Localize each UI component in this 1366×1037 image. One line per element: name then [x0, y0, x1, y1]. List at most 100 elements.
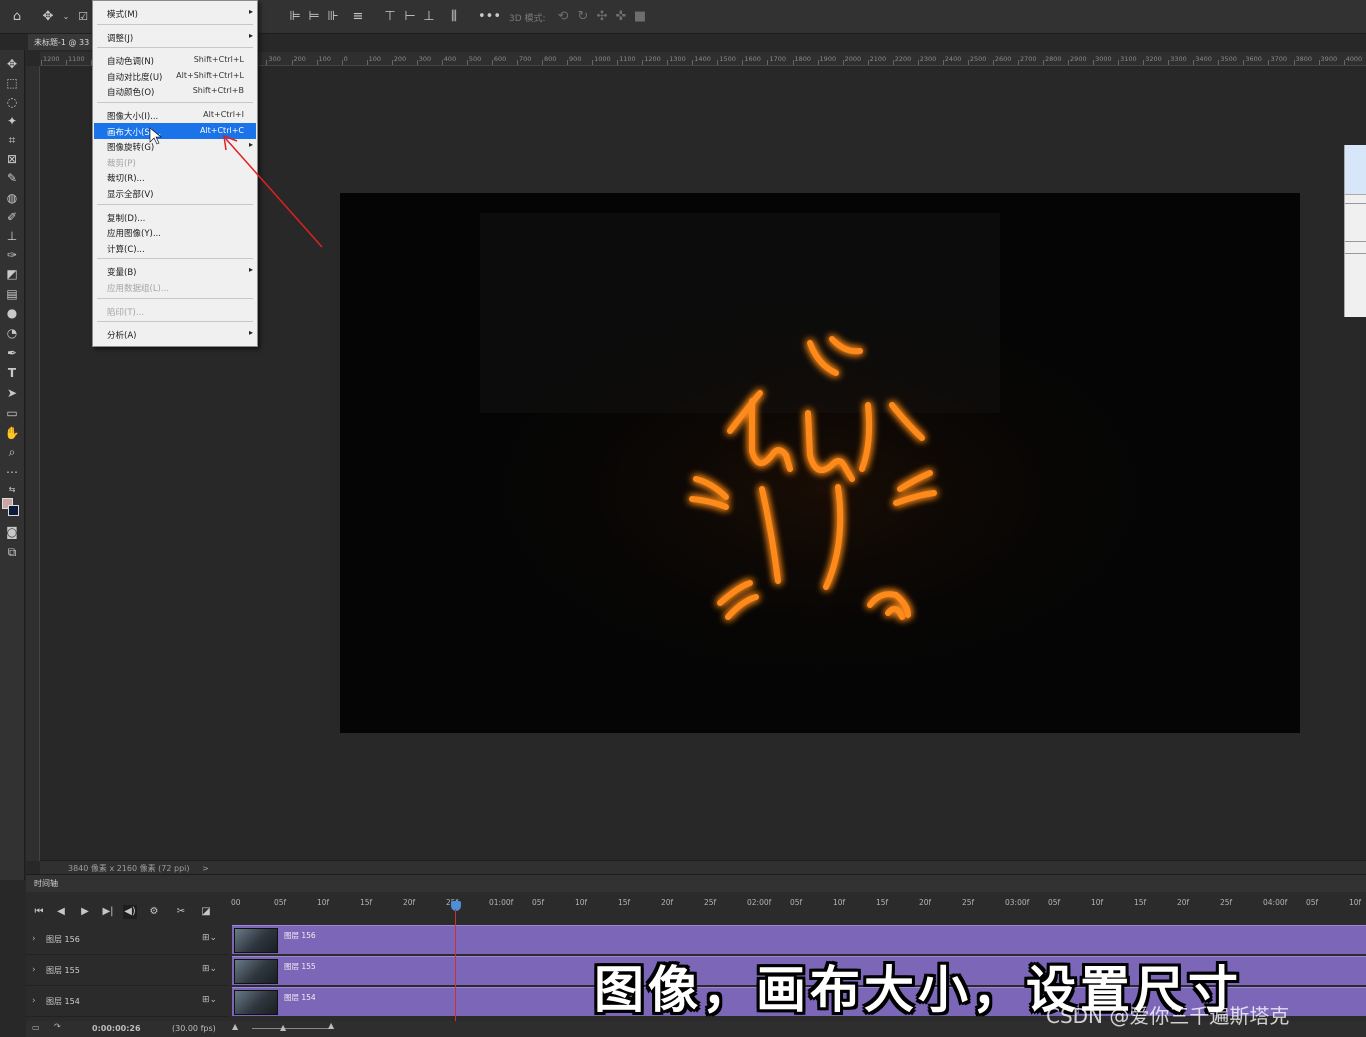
transition-icon[interactable]: ◪	[199, 905, 213, 919]
menu-item[interactable]: 自动对比度(U) Alt+Shift+Ctrl+L	[94, 68, 256, 84]
menu-item-label: 应用图像(Y)...	[107, 229, 161, 240]
screen-mode-icon[interactable]: ⧉	[4, 544, 20, 560]
layer-options-icon[interactable]: ⊞⌄	[202, 964, 217, 974]
3d-roll-icon[interactable]: ↻	[575, 9, 591, 25]
blur-tool-icon[interactable]: ●	[4, 305, 20, 321]
ruler-label: 3300	[1170, 55, 1187, 63]
menu-item-label: 陷印(T)...	[107, 307, 144, 318]
menu-item[interactable]: 应用图像(Y)...	[94, 224, 256, 240]
layer-options-icon[interactable]: ⊞⌄	[202, 995, 217, 1005]
marquee-tool-icon[interactable]: ⬚	[4, 75, 20, 91]
split-scissors-icon[interactable]: ✂	[174, 905, 188, 919]
hand-tool-icon[interactable]: ✋	[4, 425, 20, 441]
menu-item[interactable]: 调整(J) ▸	[94, 29, 256, 45]
align-center-icon[interactable]: ⊨	[306, 9, 322, 25]
menu-item[interactable]: 显示全部(V)	[94, 185, 256, 201]
play-icon[interactable]: ▶	[78, 905, 92, 919]
history-brush-icon[interactable]: ✑	[4, 247, 20, 263]
previous-frame-icon[interactable]: ◀	[54, 905, 68, 919]
auto-select-checkbox[interactable]: ☑	[75, 9, 91, 25]
ruler-tick	[767, 60, 769, 65]
type-tool-icon[interactable]: T	[4, 365, 20, 381]
brush-tool-icon[interactable]: ✐	[4, 209, 20, 225]
menu-item[interactable]: 图像大小(I)... Alt+Ctrl+I	[94, 107, 256, 123]
menu-item[interactable]: 复制(D)...	[94, 209, 256, 225]
layer-options-icon[interactable]: ⊞⌄	[202, 933, 217, 943]
3d-orbit-icon[interactable]: ⟲	[555, 9, 571, 25]
distribute-icon[interactable]: ≡	[350, 9, 366, 25]
background-color-swatch[interactable]	[8, 505, 19, 516]
menu-item[interactable]: 画布大小(S)... Alt+Ctrl+C	[94, 122, 256, 139]
home-icon[interactable]: ⌂	[9, 9, 25, 25]
menu-item[interactable]: 裁切(R)...	[94, 169, 256, 185]
ruler-tick	[266, 60, 268, 65]
settings-icon[interactable]: ⚙	[147, 905, 161, 919]
menu-item-label: 自动色调(N)	[107, 57, 154, 68]
healing-brush-icon[interactable]: ◍	[4, 190, 20, 206]
align-top-icon[interactable]: ⊤	[382, 9, 398, 25]
ruler-label: 3400	[1195, 55, 1212, 63]
crop-tool-icon[interactable]: ⌗	[4, 132, 20, 148]
swap-colors-icon[interactable]: ⇆	[4, 482, 20, 498]
menu-item[interactable]: 模式(M) ▸	[94, 5, 256, 21]
menu-item[interactable]: 计算(C)...	[94, 240, 256, 256]
path-selection-icon[interactable]: ➤	[4, 385, 20, 401]
frame-tool-icon[interactable]: ⊠	[4, 151, 20, 167]
more-options-icon[interactable]: •••	[478, 9, 501, 25]
align-left-icon[interactable]: ⊫	[287, 9, 303, 25]
expand-chevron-icon[interactable]: ›	[32, 934, 36, 944]
document-canvas[interactable]	[340, 193, 1300, 733]
shape-tool-icon[interactable]: ▭	[4, 405, 20, 421]
clip-label: 图层 155	[284, 962, 316, 971]
menu-item-label: 模式(M)	[107, 10, 138, 20]
distribute-vertical-icon[interactable]: ⫼	[446, 9, 462, 25]
menu-item[interactable]: 图像旋转(G) ▸	[94, 138, 256, 154]
zoom-out-icon[interactable]: ▲	[232, 1022, 238, 1031]
audio-icon[interactable]: ◀)	[123, 905, 137, 919]
edit-toolbar-icon[interactable]: ⋯	[4, 464, 20, 480]
status-menu-arrow[interactable]: >	[202, 864, 209, 873]
align-right-icon[interactable]: ⊪	[325, 9, 341, 25]
gradient-tool-icon[interactable]: ▤	[4, 286, 20, 302]
zoom-slider-track[interactable]	[252, 1028, 330, 1029]
layer-row[interactable]: › 图层 156 ⊞⌄	[26, 925, 229, 955]
quick-mask-icon[interactable]: ◙	[4, 524, 20, 540]
zoom-slider-thumb[interactable]: ▲	[280, 1023, 286, 1032]
menu-item-label: 变量(B)	[107, 268, 137, 279]
layer-row[interactable]: › 图层 154 ⊞⌄	[26, 987, 229, 1017]
timeline-ruler-mark: 10f	[1349, 898, 1362, 907]
layer-row[interactable]: › 图层 155 ⊞⌄	[26, 956, 229, 986]
go-to-first-frame-icon[interactable]: ⏮	[32, 905, 46, 919]
expand-chevron-icon[interactable]: ›	[32, 996, 36, 1006]
document-tab[interactable]: 未标题-1 @ 33	[28, 34, 94, 50]
move-tool-icon[interactable]: ✥	[40, 9, 56, 25]
next-frame-icon[interactable]: ▶|	[101, 905, 115, 919]
clone-stamp-icon[interactable]: ⊥	[4, 228, 20, 244]
3d-pan-icon[interactable]: ✣	[594, 9, 610, 25]
zoom-tool-icon[interactable]: ⌕	[4, 444, 20, 460]
zoom-in-icon[interactable]: ▲	[328, 1021, 334, 1030]
align-bottom-icon[interactable]: ⊥	[421, 9, 437, 25]
timeline-ruler[interactable]: 00 05f 10f 15f 20f 25f 01:00f 05f 10f 15f 20f 25f 02…	[229, 895, 1366, 923]
chevron-down-icon[interactable]: ⌄	[58, 9, 74, 25]
3d-scale-icon[interactable]: ■	[632, 9, 648, 25]
dodge-tool-icon[interactable]: ◔	[4, 325, 20, 341]
3d-slide-icon[interactable]: ✜	[613, 9, 629, 25]
eyedropper-icon[interactable]: ✎	[4, 170, 20, 186]
menu-item[interactable]: 自动色调(N) Shift+Ctrl+L	[94, 52, 256, 68]
magic-wand-icon[interactable]: ✦	[4, 113, 20, 129]
menu-item[interactable]: 变量(B) ▸	[94, 263, 256, 279]
pen-tool-icon[interactable]: ✒	[4, 345, 20, 361]
eraser-tool-icon[interactable]: ◩	[4, 266, 20, 282]
menu-item[interactable]: 分析(A) ▸	[94, 326, 256, 342]
menu-item-label: 计算(C)...	[107, 244, 145, 255]
align-middle-icon[interactable]: ⊢	[402, 9, 418, 25]
render-video-icon[interactable]: ↷	[54, 1022, 61, 1031]
expand-chevron-icon[interactable]: ›	[32, 965, 36, 975]
move-tool-icon[interactable]: ✥	[4, 56, 20, 72]
playhead-handle[interactable]	[451, 901, 461, 911]
frame-mode-icon[interactable]: ▭	[32, 1023, 40, 1032]
lasso-tool-icon[interactable]: ◌	[4, 94, 20, 110]
timeline-ruler-mark: 00	[231, 898, 241, 907]
menu-item[interactable]: 自动颜色(O) Shift+Ctrl+B	[94, 83, 256, 99]
